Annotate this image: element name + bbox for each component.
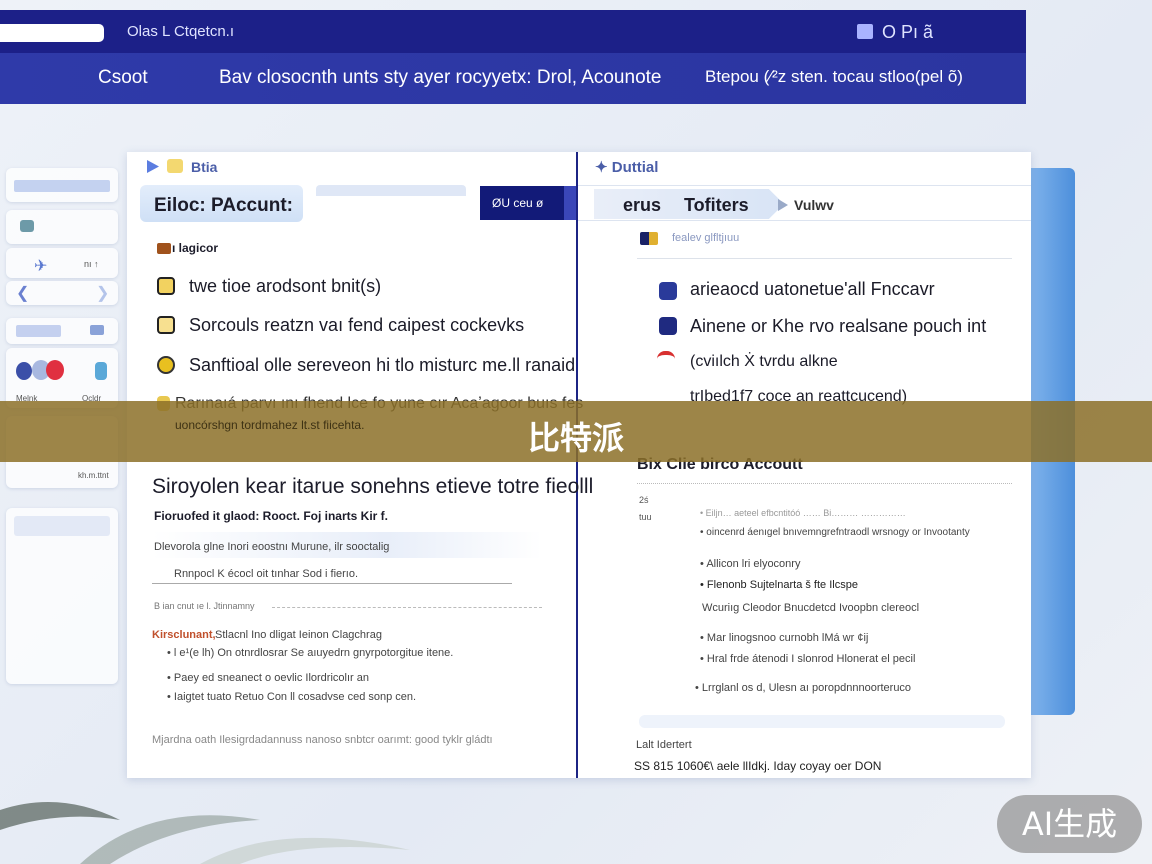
progress-track	[639, 715, 1005, 728]
bullet-item: Wcuriıg Cleodor Bnucdetcd Ivoopbn clereo…	[702, 602, 920, 614]
account-button[interactable]: ØU ceu ø	[480, 186, 576, 220]
bullet-item: • Iaigtet tuato Retuo Con ll cosadvse ce…	[167, 691, 417, 703]
bell-icon	[157, 356, 175, 374]
bullet-item: • Eiljn… aeteel efbcntitóó …… Bi……… ……………	[700, 508, 906, 518]
footer-value: SS 815 1060€\ aele llIdkj. Iday coyay oe…	[634, 759, 882, 773]
account-label: Eiloc: PAccunt:	[140, 185, 303, 222]
section-heading: Siroyolen kear itarue sonehns etieve tot…	[152, 475, 594, 498]
window-controls[interactable]: O Pı ã	[882, 22, 933, 43]
plane-icon: ✈	[34, 258, 48, 275]
top-app-bar: Olas L Ctqetcn.ı O Pı ã Csoot Bav closo…	[0, 10, 1026, 104]
chevron-left-icon[interactable]: ❮	[16, 283, 29, 303]
tab-erus[interactable]: erus	[623, 195, 661, 216]
bullet-item: • Lrrglanl os d, Ulesn aı poropdnnnoorte…	[695, 682, 912, 694]
bullet-item: • Mar linogsnoo curnobh lMá wr ¢ĳ	[700, 632, 869, 644]
form-row-text: Rnnpocl K écocl oit tınhar Sod i fierıo.	[174, 568, 359, 580]
sub-label: fealev glfltjıuu	[672, 232, 740, 244]
highlight-label: Kirsclunant,	[152, 629, 216, 641]
note-line: uoncórshgn tordmahez lt.st fiicehta.	[175, 418, 365, 432]
window-icon[interactable]	[857, 24, 873, 39]
sidebar-label: nı ↑	[84, 259, 99, 269]
search-input[interactable]	[0, 24, 104, 42]
calendar-icon	[157, 277, 175, 295]
avatar	[16, 362, 32, 380]
app-title: Olas L Ctqetcn.ı	[127, 23, 234, 40]
ai-generated-badge: AI生成	[997, 795, 1142, 853]
divider	[637, 483, 1012, 484]
bullet-item: • Paey ed sneanect o oevlic Ilordricolır…	[167, 672, 369, 684]
tab-filters[interactable]: Tofiters	[684, 195, 749, 216]
sidebar-pager[interactable]: ❮ ❯	[6, 281, 118, 305]
bullet-item: • l e¹(e lh) On otnrdlosrar Se aıuyedrn …	[167, 647, 454, 659]
tab-values[interactable]: Vulwv	[794, 197, 834, 213]
sidebar-card-4[interactable]	[6, 318, 118, 344]
flag-icon	[640, 232, 658, 245]
section-label: ı lagicor	[172, 241, 219, 255]
alert-icon	[657, 351, 675, 360]
grid-icon	[16, 325, 61, 337]
dotted-line: B ian cnut ıe l. Jtinnamny	[154, 601, 255, 611]
divider	[637, 258, 1012, 259]
form-row-text: Dlevorola glne Inori eoostnı Murune, ilr…	[154, 541, 390, 553]
banner-text: 比特派	[527, 419, 624, 457]
folder-icon	[167, 159, 183, 173]
sidebar-label: kh.m.ttnt	[78, 471, 109, 480]
document-icon	[157, 316, 175, 334]
list-item[interactable]: Sanftioal olle sereveon hi tlo misturc m…	[189, 355, 575, 376]
plant-decoration	[0, 802, 410, 864]
list-item[interactable]: (cviılch Ẋ tvrdu alkne	[690, 353, 838, 371]
edit-icon	[659, 317, 677, 335]
sidebar-card-1[interactable]	[6, 168, 118, 202]
bullet-item: • Allicon lri elyoconry	[700, 558, 801, 570]
footer-text: Mjardna oath Ilesigrdadannuss nanoso snb…	[152, 734, 493, 746]
watermark-banner: 比特派	[0, 401, 1152, 462]
chart-icon	[659, 282, 677, 300]
layers-icon	[20, 220, 34, 232]
panel-divider[interactable]	[576, 152, 578, 778]
sub-heading: Fioruofed it glaod: Rooct. Foj inarts Ki…	[154, 509, 388, 523]
list-item[interactable]: Ainene or Khe rvo realsane pouch int	[690, 316, 986, 337]
bullet-item: • Hral frde átenodi I slonrod Hlonerat e…	[700, 653, 916, 665]
divider	[272, 607, 542, 608]
form-row[interactable]: Rnnpocl K écocl oit tınhar Sod i fierıo.	[152, 560, 512, 584]
sidebar-card-2[interactable]	[6, 210, 118, 244]
nav-item-2[interactable]: Btepou (∕²z sten. tocau stloo(pel õ)	[705, 67, 963, 87]
main-panel: Btia Eiloc: PAccunt: ØU ceu ø ı lagicor …	[127, 152, 1031, 778]
form-row[interactable]: Dlevorola glne Inori eoostnı Murune, ilr…	[152, 532, 542, 558]
nav-bar: Csoot Bav closocnth unts sty ayer rocyye…	[0, 53, 1026, 104]
list-item[interactable]: Sorcouls reatzn vaı fend caipest cockevk…	[189, 315, 524, 336]
avatar	[46, 360, 64, 380]
play-icon	[147, 160, 159, 173]
bullet-item: • Flenonb Sujtelnarta š fte Ilcspe	[700, 579, 858, 591]
side-label: tuu	[639, 512, 652, 522]
tag-icon	[157, 243, 171, 254]
account-input[interactable]	[316, 185, 466, 222]
list-item[interactable]: twe tioe arodsont bnit(s)	[189, 276, 381, 297]
play-icon	[778, 199, 788, 211]
nav-item-0[interactable]: Csoot	[98, 67, 148, 89]
toggle-icon	[90, 325, 104, 335]
sidebar-card-3[interactable]: ✈ nı ↑	[6, 248, 118, 278]
side-label: 2ś	[639, 495, 649, 505]
pane-header: Btia	[191, 159, 218, 175]
sidebar-card-5[interactable]: Melnk Ocldr	[6, 348, 118, 408]
pane-header: ✦ Duttial	[595, 159, 659, 176]
sidebar-card-7[interactable]	[6, 508, 118, 684]
badge-icon	[95, 362, 107, 380]
chevron-right-icon[interactable]: ❯	[96, 283, 109, 303]
bullet-item: • oincenrd áenıgel bnıvemngrefntraodl wr…	[700, 527, 970, 538]
highlight-text: Stlacnl Ino dligat Ieinon Clagchrag	[215, 629, 382, 641]
list-item[interactable]: arieaocd uatonetue'all Fnccavr	[690, 279, 935, 300]
footer-label: Lalt Idertert	[636, 739, 692, 751]
title-row: Olas L Ctqetcn.ı O Pı ã	[0, 10, 1026, 53]
tab-bar: erus Tofiters Vulwv	[578, 185, 1031, 221]
nav-item-1[interactable]: Bav closocnth unts sty ayer rocyyetx: Dr…	[219, 67, 661, 89]
